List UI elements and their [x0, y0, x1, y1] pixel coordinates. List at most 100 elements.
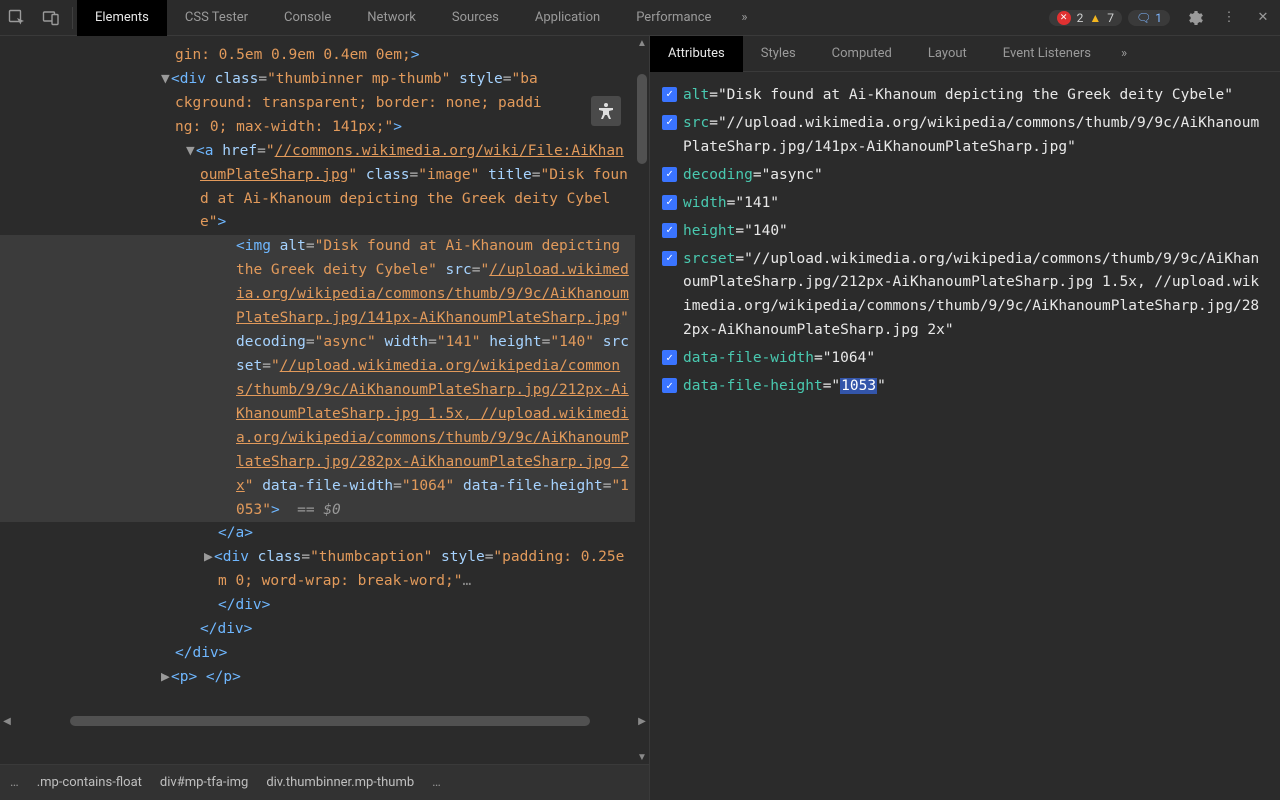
- accessibility-icon[interactable]: [591, 96, 621, 126]
- selected-text: 1053: [840, 378, 877, 394]
- tab-performance[interactable]: Performance: [618, 0, 729, 36]
- attribute-row[interactable]: ✓ width="141": [662, 190, 1268, 218]
- attribute-name: srcset: [683, 251, 735, 267]
- tab-computed[interactable]: Computed: [814, 36, 910, 72]
- breadcrumb-item[interactable]: div.thumbinner.mp-thumb: [266, 775, 414, 790]
- devtools-topbar: Elements CSS Tester Console Network Sour…: [0, 0, 1280, 36]
- device-toolbar-icon[interactable]: [34, 0, 68, 36]
- dom-tree[interactable]: gin: 0.5em 0.9em 0.4em 0em;> ▼<div class…: [0, 36, 649, 728]
- warning-icon: ▲: [1089, 11, 1101, 25]
- attribute-name: src: [683, 115, 709, 131]
- dom-node-img-selected[interactable]: <img alt="Disk found at Ai-Khanoum depic…: [0, 235, 649, 522]
- tab-elements[interactable]: Elements: [77, 0, 167, 36]
- dom-node-a-close[interactable]: </a>: [0, 522, 649, 546]
- close-icon[interactable]: ✕: [1246, 0, 1280, 36]
- selected-node-indicator: == $0: [297, 502, 341, 518]
- tab-network[interactable]: Network: [349, 0, 434, 36]
- attribute-checkbox[interactable]: ✓: [662, 350, 677, 365]
- issues-badge[interactable]: 🗨 1: [1128, 10, 1170, 26]
- dom-node-p[interactable]: ▶<p> </p>: [0, 666, 649, 690]
- warning-count: 7: [1107, 11, 1114, 25]
- status-badges: ✕ 2 ▲ 7 🗨 1: [1041, 10, 1178, 26]
- attribute-checkbox[interactable]: ✓: [662, 378, 677, 393]
- tab-event-listeners[interactable]: Event Listeners: [985, 36, 1109, 72]
- breadcrumb-overflow-left[interactable]: …: [10, 775, 19, 790]
- tab-attributes[interactable]: Attributes: [650, 36, 743, 72]
- dom-node-div-close[interactable]: </div>: [0, 642, 649, 666]
- attribute-row[interactable]: ✓ alt="Disk found at Ai-Khanoum depicting…: [662, 82, 1268, 110]
- error-icon: ✕: [1057, 11, 1071, 25]
- attribute-text[interactable]: srcset="//upload.wikimedia.org/wikipedia…: [683, 248, 1268, 344]
- attribute-text[interactable]: data-file-width="1064": [683, 347, 881, 371]
- attribute-text[interactable]: src="//upload.wikimedia.org/wikipedia/co…: [683, 112, 1268, 160]
- attributes-list: ✓ alt="Disk found at Ai-Khanoum depicting…: [650, 72, 1280, 411]
- scroll-up-icon[interactable]: ▲: [635, 36, 649, 50]
- settings-icon[interactable]: [1178, 0, 1212, 36]
- attribute-value: ": [831, 378, 840, 394]
- attribute-row[interactable]: ✓ srcset="//upload.wikimedia.org/wikipedi…: [662, 246, 1268, 346]
- attribute-value: "140": [744, 223, 788, 239]
- disclosure-open-icon[interactable]: ▼: [186, 140, 196, 164]
- attribute-checkbox[interactable]: ✓: [662, 115, 677, 130]
- attribute-text[interactable]: data-file-height="1053": [683, 375, 892, 399]
- attribute-value: "1064": [823, 350, 875, 366]
- tab-sources[interactable]: Sources: [434, 0, 517, 36]
- disclosure-open-icon[interactable]: ▼: [161, 68, 171, 92]
- attribute-value: "//upload.wikimedia.org/wikipedia/common…: [683, 115, 1259, 155]
- attribute-checkbox[interactable]: ✓: [662, 195, 677, 210]
- attribute-row[interactable]: ✓ decoding="async": [662, 162, 1268, 190]
- attribute-value: "Disk found at Ai-Khanoum depicting the …: [718, 87, 1233, 103]
- attribute-name: alt: [683, 87, 709, 103]
- more-menu-icon[interactable]: ⋮: [1212, 0, 1246, 36]
- breadcrumb-item[interactable]: .mp-contains-float: [37, 775, 142, 790]
- attribute-row[interactable]: ✓ data-file-width="1064": [662, 345, 1268, 373]
- breadcrumb-overflow-right[interactable]: …: [432, 775, 441, 790]
- scroll-left-icon[interactable]: ◀: [0, 714, 14, 728]
- scroll-right-icon[interactable]: ▶: [635, 714, 649, 728]
- attribute-name: height: [683, 223, 735, 239]
- attribute-name: decoding: [683, 167, 753, 183]
- tab-styles[interactable]: Styles: [743, 36, 814, 72]
- attribute-checkbox[interactable]: ✓: [662, 223, 677, 238]
- dom-node-thumbcaption[interactable]: ▶<div class="thumbcaption" style="paddin…: [0, 546, 649, 618]
- attribute-text[interactable]: decoding="async": [683, 164, 829, 188]
- attribute-row[interactable]: ✓ height="140": [662, 218, 1268, 246]
- dom-node-a[interactable]: ▼<a href="//commons.wikimedia.org/wiki/F…: [0, 140, 649, 236]
- scrollbar-thumb[interactable]: [637, 74, 647, 164]
- attribute-name: data-file-width: [683, 350, 814, 366]
- tabs-overflow-icon[interactable]: »: [729, 0, 759, 36]
- dom-fragment[interactable]: gin: 0.5em 0.9em 0.4em 0em;>: [0, 44, 649, 68]
- disclosure-closed-icon[interactable]: ▶: [204, 546, 214, 570]
- attribute-value: "//upload.wikimedia.org/wikipedia/common…: [683, 251, 1259, 339]
- tabs-overflow-icon[interactable]: »: [1109, 36, 1139, 72]
- breadcrumb-item[interactable]: div#mp-tfa-img: [160, 775, 248, 790]
- vertical-scrollbar[interactable]: ▲ ▼: [635, 36, 649, 764]
- attribute-checkbox[interactable]: ✓: [662, 251, 677, 266]
- issues-icon: 🗨: [1136, 11, 1151, 25]
- tab-css-tester[interactable]: CSS Tester: [167, 0, 266, 36]
- attribute-checkbox[interactable]: ✓: [662, 167, 677, 182]
- attribute-text[interactable]: alt="Disk found at Ai-Khanoum depicting …: [683, 84, 1239, 108]
- sidebar-panel: Attributes Styles Computed Layout Event …: [650, 36, 1280, 800]
- scroll-down-icon[interactable]: ▼: [635, 750, 649, 764]
- dom-node-div-close[interactable]: </div>: [0, 618, 649, 642]
- dom-node-div-thumbinner[interactable]: ▼<div class="thumbinner mp-thumb" style=…: [0, 68, 649, 140]
- main-tabs: Elements CSS Tester Console Network Sour…: [77, 0, 759, 36]
- attribute-row[interactable]: ✓ data-file-height="1053": [662, 373, 1268, 401]
- tab-console[interactable]: Console: [266, 0, 349, 36]
- issues-count: 1: [1155, 11, 1162, 25]
- error-count: 2: [1077, 11, 1084, 25]
- attribute-name: data-file-height: [683, 378, 823, 394]
- scrollbar-thumb[interactable]: [70, 716, 590, 726]
- attribute-row[interactable]: ✓ src="//upload.wikimedia.org/wikipedia/c…: [662, 110, 1268, 162]
- horizontal-scrollbar[interactable]: ◀ ▶: [0, 714, 649, 728]
- attribute-text[interactable]: height="140": [683, 220, 794, 244]
- error-warning-badge[interactable]: ✕ 2 ▲ 7: [1049, 10, 1122, 26]
- inspect-element-icon[interactable]: [0, 0, 34, 36]
- attribute-text[interactable]: width="141": [683, 192, 785, 216]
- disclosure-closed-icon[interactable]: ▶: [161, 666, 171, 690]
- attribute-value: "async": [762, 167, 823, 183]
- tab-layout[interactable]: Layout: [910, 36, 985, 72]
- attribute-checkbox[interactable]: ✓: [662, 87, 677, 102]
- tab-application[interactable]: Application: [517, 0, 618, 36]
